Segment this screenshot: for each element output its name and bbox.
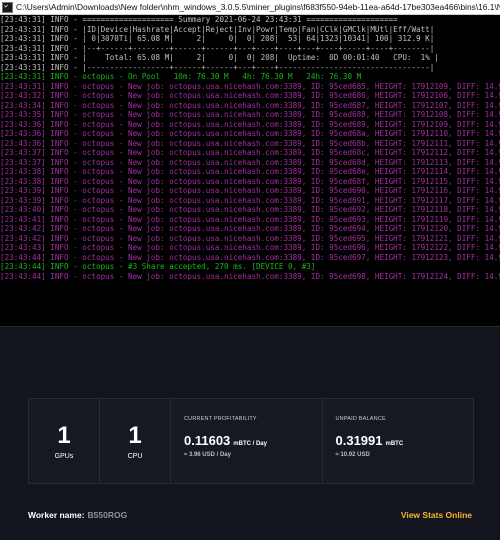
console-line: [23:43:37] INFO - octopus - New job: oct…	[0, 148, 500, 158]
worker-label: Worker name:	[28, 510, 85, 520]
worker-footer: Worker name: B550ROG View Stats Online	[28, 508, 472, 522]
console-line: [23:43:31] INFO - | Total: 65.08 M| 2| 0…	[0, 53, 439, 63]
miner-console-window[interactable]: C:\Users\Admin\Downloads\New folder\nhm_…	[0, 0, 500, 327]
worker-name: B550ROG	[87, 510, 128, 520]
console-line: [23:43:42] INFO - octopus - New job: oct…	[0, 233, 500, 243]
console-line: [23:43:39] INFO - octopus - New job: oct…	[0, 195, 500, 205]
balance-unit: mBTC	[385, 441, 404, 447]
console-line: [23:43:36] INFO - octopus - New job: oct…	[0, 129, 500, 139]
console-line: [23:43:39] INFO - octopus - New job: oct…	[0, 186, 500, 196]
console-line: [23:43:32] INFO - octopus - New job: oct…	[0, 91, 500, 101]
console-app-icon	[2, 1, 13, 13]
cpu-count: 1	[128, 422, 142, 449]
profitability-label: CURRENT PROFITABILITY	[184, 416, 257, 422]
console-line: [23:43:44] INFO - octopus - #3 Share acc…	[0, 262, 316, 272]
gpus-count: 1	[57, 422, 71, 449]
worker-info: Worker name: B550ROG	[28, 510, 127, 520]
profitability-usd: ≈ 3.96 USD / Day	[184, 452, 231, 458]
cpu-label: CPU	[127, 453, 143, 460]
balance-usd: ≈ 10.92 USD	[335, 452, 370, 458]
console-line: [23:43:31] INFO - |------------------+--…	[0, 62, 435, 72]
console-line: [23:43:41] INFO - octopus - New job: oct…	[0, 214, 500, 224]
gpus-tile: 1 GPUs	[29, 399, 100, 483]
stats-panel: 1 GPUs 1 CPU CURRENT PROFITABILITY 0.116…	[28, 398, 474, 484]
console-line: [23:43:38] INFO - octopus - New job: oct…	[0, 176, 500, 186]
console-line: [23:43:31] INFO - |ID|Device|Hashrate|Ac…	[0, 24, 435, 34]
console-line: [23:43:31] INFO - | 0|3070Ti| 65.08 M| 2…	[0, 34, 435, 44]
console-border	[0, 326, 500, 327]
console-title: C:\Users\Admin\Downloads\New folder\nhm_…	[16, 2, 500, 12]
console-line: [23:43:31] INFO - ==================== S…	[0, 15, 398, 24]
console-line: [23:43:35] INFO - octopus - New job: oct…	[0, 110, 500, 120]
console-line: [23:43:36] INFO - octopus - New job: oct…	[0, 119, 500, 129]
console-line: [23:43:44] INFO - octopus - New job: oct…	[0, 252, 500, 262]
console-line: [23:43:31] INFO - |--+------+--------+--…	[0, 43, 435, 53]
console-line: [23:43:34] INFO - octopus - New job: oct…	[0, 100, 500, 110]
console-title-bar[interactable]: C:\Users\Admin\Downloads\New folder\nhm_…	[0, 0, 500, 15]
console-line: [23:43:38] INFO - octopus - New job: oct…	[0, 167, 500, 177]
console-line: [23:43:43] INFO - octopus - New job: oct…	[0, 243, 500, 253]
console-line: [23:43:36] INFO - octopus - New job: oct…	[0, 138, 500, 148]
console-line: [23:43:44] INFO - octopus - New job: oct…	[0, 271, 500, 281]
console-line: [23:43:42] INFO - octopus - New job: oct…	[0, 224, 500, 234]
console-output: [23:43:31] INFO - ==================== S…	[0, 15, 500, 326]
balance-tile: UNPAID BALANCE 0.31991 mBTC ≈ 10.92 USD	[323, 399, 474, 483]
gpus-label: GPUs	[54, 453, 74, 460]
console-line: [23:43:31] INFO - octopus - New job: oct…	[0, 81, 500, 91]
cpu-tile: 1 CPU	[100, 399, 171, 483]
profitability-unit: mBTC / Day	[233, 441, 267, 447]
console-line: [23:43:37] INFO - octopus - New job: oct…	[0, 157, 500, 167]
view-stats-online-link[interactable]: View Stats Online	[401, 510, 472, 520]
profitability-value: 0.11603	[184, 433, 231, 448]
balance-label: UNPAID BALANCE	[335, 416, 386, 422]
console-line: [23:43:40] INFO - octopus - New job: oct…	[0, 205, 500, 215]
profitability-tile: CURRENT PROFITABILITY 0.11603 mBTC / Day …	[171, 399, 323, 483]
console-line: [23:43:31] INFO - octopus - On Pool 10m:…	[0, 72, 362, 82]
balance-value: 0.31991	[335, 433, 383, 448]
